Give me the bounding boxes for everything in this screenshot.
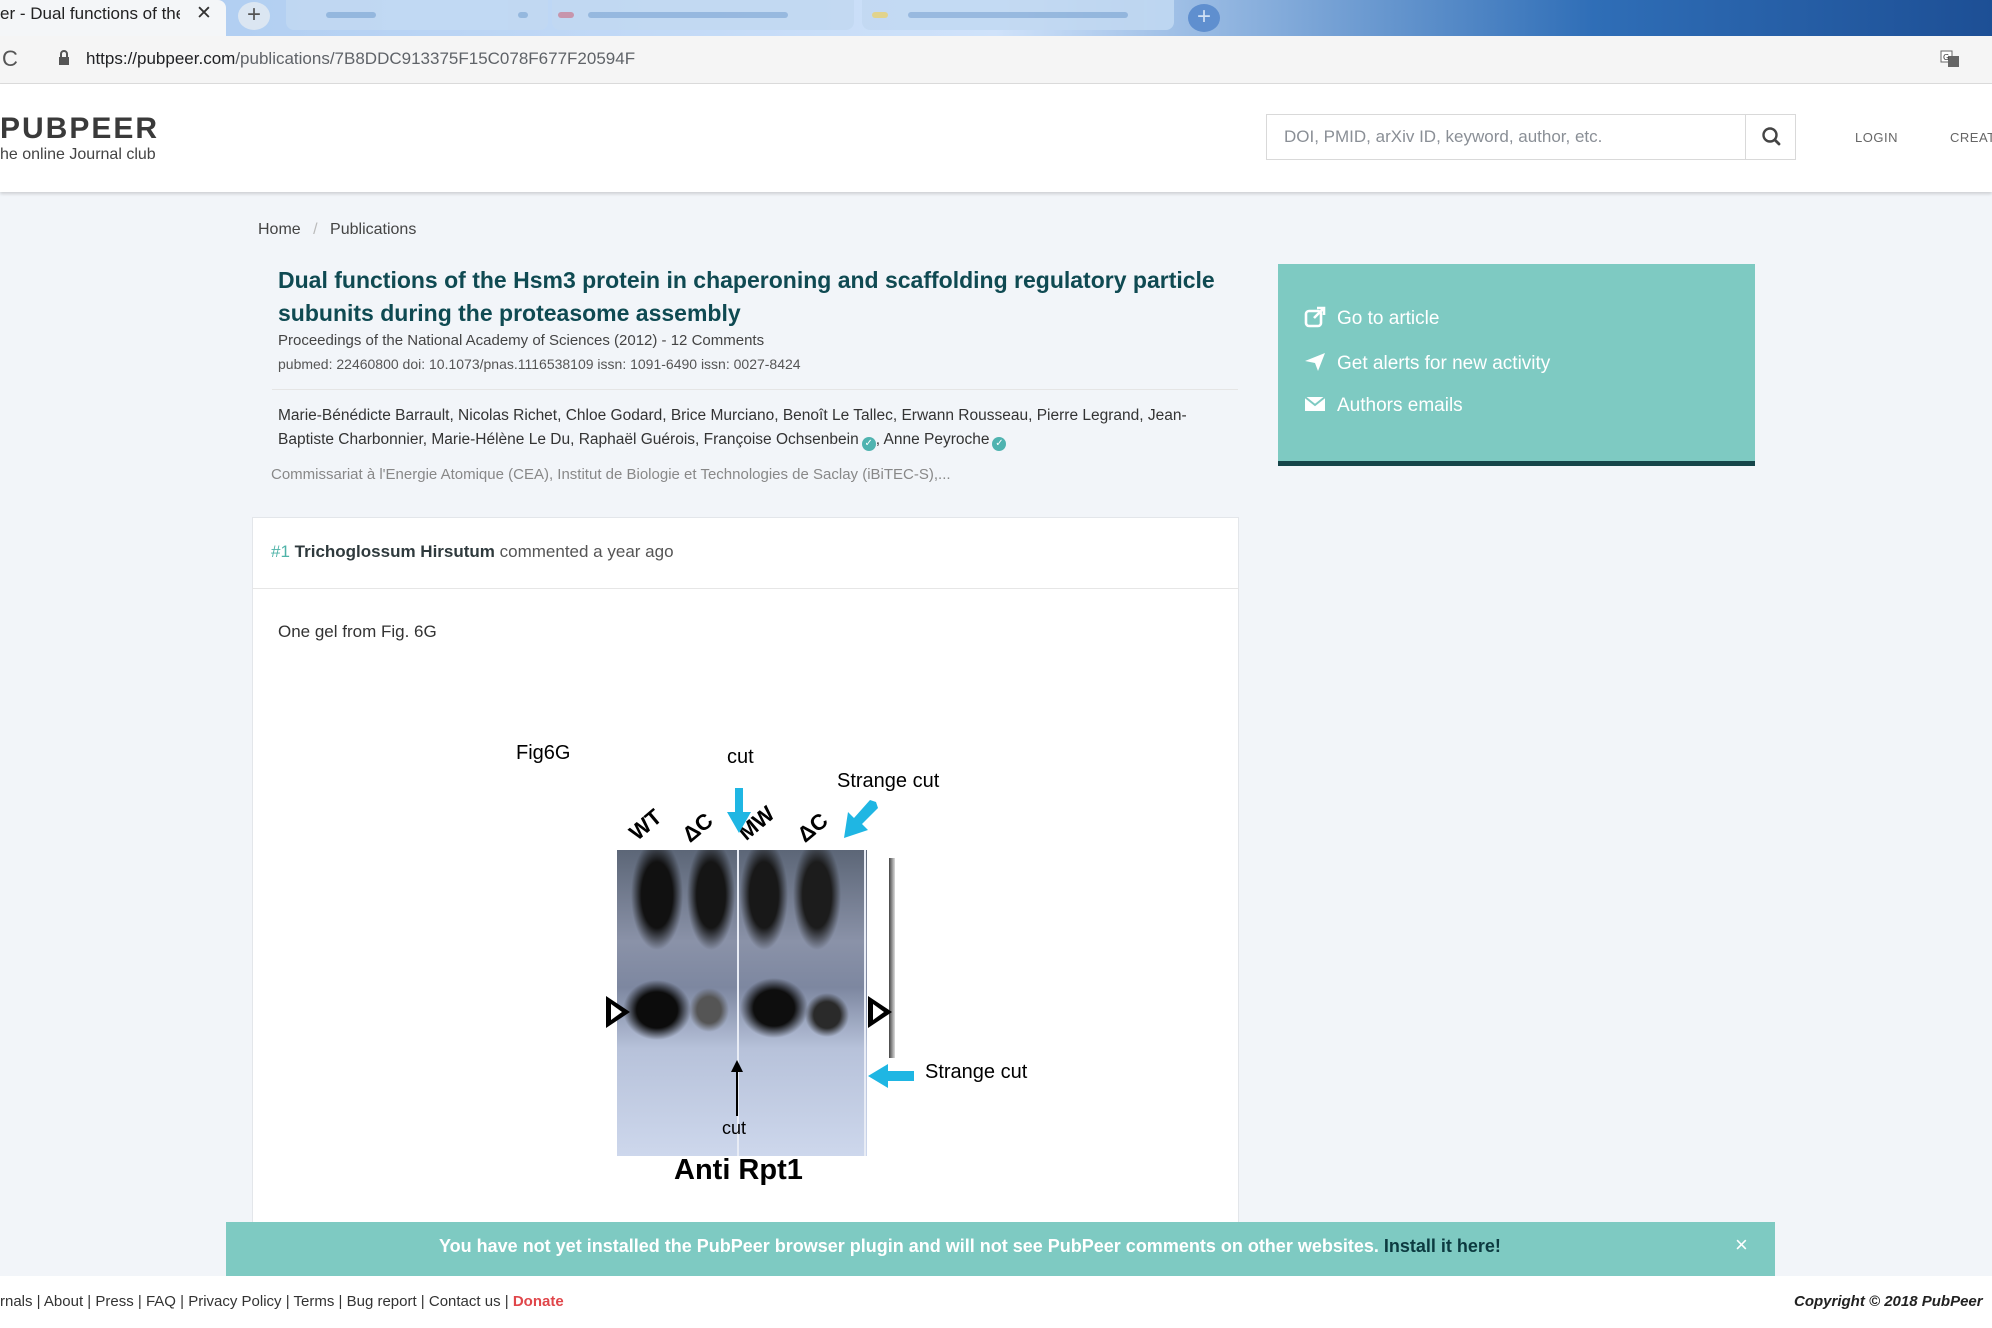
site-tagline: he online Journal club <box>0 146 156 163</box>
figure-annotation-cut-bottom: cut <box>722 1118 747 1138</box>
breadcrumb-current[interactable]: Publications <box>330 221 416 238</box>
browser-tab-bar: er - Dual functions of the H ✕ + + <box>0 0 1992 36</box>
url-field[interactable]: https://pubpeer.com/publications/7B8DDC9… <box>86 49 635 69</box>
band-marker-right-icon <box>868 996 892 1028</box>
browser-tab-blurred[interactable] <box>552 0 854 30</box>
url-path: /publications/7B8DDC913375F15C078F677F20… <box>235 49 636 68</box>
footer-link-bug-report[interactable]: Bug report <box>347 1293 417 1310</box>
authors-main[interactable]: Marie-Bénédicte Barrault, Nicolas Richet… <box>278 407 1187 448</box>
figure-annotation-strange-cut-right: Strange cut <box>925 1061 1028 1083</box>
cut-arrow-icon <box>727 788 751 833</box>
svg-text:G: G <box>1943 53 1949 62</box>
publication-title[interactable]: Dual functions of the Hsm3 protein in ch… <box>278 264 1228 330</box>
identifiers-line: pubmed: 22460800 doi: 10.1073/pnas.11165… <box>278 356 801 372</box>
footer-link-donate[interactable]: Donate <box>513 1293 564 1310</box>
breadcrumb-separator: / <box>313 221 318 238</box>
comment-body: One gel from Fig. 6G <box>278 622 437 641</box>
plugin-banner-text: You have not yet installed the PubPeer b… <box>439 1236 1379 1256</box>
band-marker-left-icon <box>606 996 630 1028</box>
breadcrumb: Home / Publications <box>258 221 416 239</box>
figure-label: Fig6G <box>516 742 571 764</box>
envelope-icon <box>1304 396 1326 411</box>
comment-number[interactable]: #1 <box>271 542 290 561</box>
login-link[interactable]: LOGIN <box>1855 130 1898 145</box>
url-host: https://pubpeer.com <box>86 49 236 68</box>
footer-link-privacy[interactable]: Privacy Policy <box>188 1293 281 1310</box>
reload-icon[interactable]: C <box>2 46 18 72</box>
go-to-article-link[interactable]: Go to article <box>1337 308 1439 330</box>
copyright: Copyright © 2018 PubPeer <box>1794 1293 1983 1310</box>
figure-annotation-strange-cut-top: Strange cut <box>837 770 940 792</box>
verified-icon: ✓ <box>861 437 876 451</box>
comment-header-divider <box>252 588 1239 589</box>
browser-tab-blurred[interactable] <box>286 0 548 30</box>
footer-link-about[interactable]: About <box>44 1293 83 1310</box>
create-account-link[interactable]: CREAT <box>1950 130 1992 145</box>
footer-link-terms[interactable]: Terms <box>294 1293 335 1310</box>
authors-emails-link[interactable]: Authors emails <box>1337 395 1463 417</box>
strange-cut-arrow-icon <box>844 800 878 838</box>
external-link-icon <box>1304 306 1326 328</box>
journal-line: Proceedings of the National Academy of S… <box>278 332 765 349</box>
cut-arrow-up-icon <box>731 1060 743 1116</box>
author-list: Marie-Bénédicte Barrault, Nicolas Richet… <box>278 407 1187 451</box>
verified-icon: ✓ <box>992 437 1007 451</box>
lock-icon <box>59 50 69 65</box>
translate-icon[interactable]: G <box>1940 50 1960 68</box>
footer-links: rnals | About | Press | FAQ | Privacy Po… <box>0 1293 564 1310</box>
breadcrumb-home[interactable]: Home <box>258 221 301 238</box>
plugin-banner-message: You have not yet installed the PubPeer b… <box>439 1236 1501 1257</box>
search-placeholder: DOI, PMID, arXiv ID, keyword, author, et… <box>1284 127 1603 146</box>
new-tab-button[interactable]: + <box>238 2 270 30</box>
author-last[interactable]: Anne Peyroche <box>883 431 989 448</box>
affiliation: Commissariat à l'Energie Atomique (CEA),… <box>271 466 951 483</box>
install-plugin-link[interactable]: Install it here! <box>1384 1236 1501 1256</box>
new-tab-button-secondary[interactable]: + <box>1188 4 1220 32</box>
footer-link-faq[interactable]: FAQ <box>146 1293 176 1310</box>
screen: er - Dual functions of the H ✕ + + C htt… <box>0 0 1992 1328</box>
site-logo[interactable]: PUBPEER <box>0 112 159 146</box>
send-icon <box>1305 353 1325 371</box>
comment-header: #1 Trichoglossum Hirsutum commented a ye… <box>271 542 674 562</box>
search-icon <box>1762 127 1781 146</box>
comment-author[interactable]: Trichoglossum Hirsutum <box>295 542 495 561</box>
figure-caption: Anti Rpt1 <box>674 1154 803 1186</box>
get-alerts-link[interactable]: Get alerts for new activity <box>1337 353 1550 375</box>
footer-link-press[interactable]: Press <box>95 1293 133 1310</box>
comment-timestamp: commented a year ago <box>499 542 674 561</box>
figure-annotation-cut-top: cut <box>727 746 754 768</box>
strange-cut-arrow-right-icon <box>868 1064 914 1088</box>
browser-tab-close-icon[interactable]: ✕ <box>196 2 212 25</box>
browser-tab-title[interactable]: er - Dual functions of the H <box>0 4 180 24</box>
divider <box>272 389 1238 390</box>
search-button[interactable] <box>1745 114 1796 160</box>
footer-link-journals[interactable]: rnals <box>0 1293 33 1310</box>
footer-link-contact[interactable]: Contact us <box>429 1293 501 1310</box>
banner-close-icon[interactable]: × <box>1735 1232 1748 1258</box>
browser-tab-blurred[interactable] <box>862 0 1174 30</box>
